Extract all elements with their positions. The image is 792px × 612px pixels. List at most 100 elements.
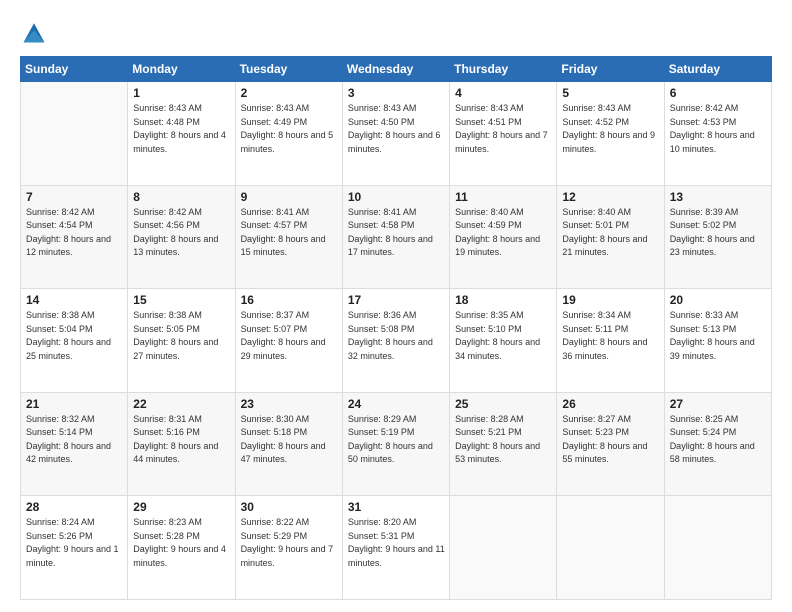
calendar-cell	[557, 496, 664, 600]
calendar-body: 1 Sunrise: 8:43 AMSunset: 4:48 PMDaylight…	[21, 82, 772, 600]
day-number: 20	[670, 293, 767, 307]
day-number: 19	[562, 293, 659, 307]
day-number: 10	[348, 190, 445, 204]
day-info: Sunrise: 8:35 AMSunset: 5:10 PMDaylight:…	[455, 309, 552, 363]
day-info: Sunrise: 8:37 AMSunset: 5:07 PMDaylight:…	[241, 309, 338, 363]
weekday-header: Thursday	[450, 57, 557, 82]
calendar-cell	[21, 82, 128, 186]
calendar-cell: 27Sunrise: 8:25 AMSunset: 5:24 PMDayligh…	[664, 392, 771, 496]
sunset-text: Sunset: 5:04 PM	[26, 323, 123, 337]
calendar-cell	[450, 496, 557, 600]
sunrise-text: Sunrise: 8:31 AM	[133, 413, 230, 427]
calendar-cell	[664, 496, 771, 600]
daylight-text: Daylight: 8 hours and 27 minutes.	[133, 336, 230, 363]
daylight-text: Daylight: 8 hours and 21 minutes.	[562, 233, 659, 260]
calendar-cell: 30 Sunrise: 8:22 AMSunset: 5:29 PMDayligh…	[235, 496, 342, 600]
sunset-text: Sunset: 4:58 PM	[348, 219, 445, 233]
day-number: 1	[133, 86, 230, 100]
sunrise-text: Sunrise: 8:40 AM	[562, 206, 659, 220]
day-number: 31	[348, 500, 445, 514]
daylight-text: Daylight: 8 hours and 5 minutes.	[241, 129, 338, 156]
daylight-text: Daylight: 9 hours and 7 minutes.	[241, 543, 338, 570]
sunset-text: Sunset: 5:19 PM	[348, 426, 445, 440]
daylight-text: Daylight: 9 hours and 11 minutes.	[348, 543, 445, 570]
calendar-cell: 2Sunrise: 8:43 AMSunset: 4:49 PMDaylight…	[235, 82, 342, 186]
daylight-text: Daylight: 8 hours and 36 minutes.	[562, 336, 659, 363]
daylight-text: Daylight: 9 hours and 4 minutes.	[133, 543, 230, 570]
sunrise-text: Sunrise: 8:42 AM	[133, 206, 230, 220]
day-info: Sunrise: 8:23 AMSunset: 5:28 PMDaylight:…	[133, 516, 230, 570]
day-number: 5	[562, 86, 659, 100]
day-number: 25	[455, 397, 552, 411]
day-number: 11	[455, 190, 552, 204]
sunrise-text: Sunrise: 8:23 AM	[133, 516, 230, 530]
day-info: Sunrise: 8:22 AMSunset: 5:29 PMDaylight:…	[241, 516, 338, 570]
daylight-text: Daylight: 8 hours and 17 minutes.	[348, 233, 445, 260]
sunset-text: Sunset: 5:01 PM	[562, 219, 659, 233]
sunrise-text: Sunrise: 8:35 AM	[455, 309, 552, 323]
day-number: 7	[26, 190, 123, 204]
daylight-text: Daylight: 8 hours and 12 minutes.	[26, 233, 123, 260]
daylight-text: Daylight: 8 hours and 4 minutes.	[133, 129, 230, 156]
day-info: Sunrise: 8:31 AMSunset: 5:16 PMDaylight:…	[133, 413, 230, 467]
day-number: 30	[241, 500, 338, 514]
sunset-text: Sunset: 4:54 PM	[26, 219, 123, 233]
day-number: 26	[562, 397, 659, 411]
day-info: Sunrise: 8:40 AMSunset: 4:59 PMDaylight:…	[455, 206, 552, 260]
sunrise-text: Sunrise: 8:20 AM	[348, 516, 445, 530]
sunset-text: Sunset: 5:18 PM	[241, 426, 338, 440]
calendar-cell: 6Sunrise: 8:42 AMSunset: 4:53 PMDaylight…	[664, 82, 771, 186]
calendar-cell: 8 Sunrise: 8:42 AMSunset: 4:56 PMDaylight…	[128, 185, 235, 289]
sunset-text: Sunset: 5:14 PM	[26, 426, 123, 440]
sunset-text: Sunset: 4:56 PM	[133, 219, 230, 233]
day-number: 24	[348, 397, 445, 411]
sunrise-text: Sunrise: 8:43 AM	[241, 102, 338, 116]
sunset-text: Sunset: 4:52 PM	[562, 116, 659, 130]
calendar-week-row: 1 Sunrise: 8:43 AMSunset: 4:48 PMDaylight…	[21, 82, 772, 186]
calendar-cell: 4Sunrise: 8:43 AMSunset: 4:51 PMDaylight…	[450, 82, 557, 186]
calendar-cell: 31Sunrise: 8:20 AMSunset: 5:31 PMDayligh…	[342, 496, 449, 600]
calendar-cell: 24 Sunrise: 8:29 AMSunset: 5:19 PMDayligh…	[342, 392, 449, 496]
day-info: Sunrise: 8:27 AMSunset: 5:23 PMDaylight:…	[562, 413, 659, 467]
day-number: 8	[133, 190, 230, 204]
daylight-text: Daylight: 9 hours and 1 minute.	[26, 543, 123, 570]
day-info: Sunrise: 8:40 AMSunset: 5:01 PMDaylight:…	[562, 206, 659, 260]
sunrise-text: Sunrise: 8:25 AM	[670, 413, 767, 427]
day-info: Sunrise: 8:24 AMSunset: 5:26 PMDaylight:…	[26, 516, 123, 570]
sunset-text: Sunset: 5:29 PM	[241, 530, 338, 544]
day-number: 27	[670, 397, 767, 411]
sunrise-text: Sunrise: 8:39 AM	[670, 206, 767, 220]
sunrise-text: Sunrise: 8:22 AM	[241, 516, 338, 530]
calendar-cell: 1 Sunrise: 8:43 AMSunset: 4:48 PMDaylight…	[128, 82, 235, 186]
sunset-text: Sunset: 4:59 PM	[455, 219, 552, 233]
sunrise-text: Sunrise: 8:41 AM	[241, 206, 338, 220]
calendar-cell: 5Sunrise: 8:43 AMSunset: 4:52 PMDaylight…	[557, 82, 664, 186]
day-number: 28	[26, 500, 123, 514]
sunset-text: Sunset: 4:50 PM	[348, 116, 445, 130]
calendar-week-row: 21Sunrise: 8:32 AMSunset: 5:14 PMDayligh…	[21, 392, 772, 496]
day-number: 23	[241, 397, 338, 411]
sunrise-text: Sunrise: 8:33 AM	[670, 309, 767, 323]
calendar-cell: 9Sunrise: 8:41 AMSunset: 4:57 PMDaylight…	[235, 185, 342, 289]
sunset-text: Sunset: 5:02 PM	[670, 219, 767, 233]
calendar-cell: 19Sunrise: 8:34 AMSunset: 5:11 PMDayligh…	[557, 289, 664, 393]
calendar-cell: 22Sunrise: 8:31 AMSunset: 5:16 PMDayligh…	[128, 392, 235, 496]
logo	[20, 18, 52, 46]
day-number: 18	[455, 293, 552, 307]
sunset-text: Sunset: 5:10 PM	[455, 323, 552, 337]
weekday-header: Wednesday	[342, 57, 449, 82]
day-info: Sunrise: 8:42 AMSunset: 4:56 PMDaylight:…	[133, 206, 230, 260]
daylight-text: Daylight: 8 hours and 32 minutes.	[348, 336, 445, 363]
day-number: 12	[562, 190, 659, 204]
day-info: Sunrise: 8:32 AMSunset: 5:14 PMDaylight:…	[26, 413, 123, 467]
daylight-text: Daylight: 8 hours and 55 minutes.	[562, 440, 659, 467]
day-info: Sunrise: 8:38 AMSunset: 5:04 PMDaylight:…	[26, 309, 123, 363]
day-info: Sunrise: 8:43 AMSunset: 4:48 PMDaylight:…	[133, 102, 230, 156]
sunrise-text: Sunrise: 8:29 AM	[348, 413, 445, 427]
day-info: Sunrise: 8:43 AMSunset: 4:50 PMDaylight:…	[348, 102, 445, 156]
calendar-cell: 15Sunrise: 8:38 AMSunset: 5:05 PMDayligh…	[128, 289, 235, 393]
calendar-cell: 21Sunrise: 8:32 AMSunset: 5:14 PMDayligh…	[21, 392, 128, 496]
sunrise-text: Sunrise: 8:43 AM	[455, 102, 552, 116]
calendar-cell: 14Sunrise: 8:38 AMSunset: 5:04 PMDayligh…	[21, 289, 128, 393]
day-info: Sunrise: 8:29 AMSunset: 5:19 PMDaylight:…	[348, 413, 445, 467]
